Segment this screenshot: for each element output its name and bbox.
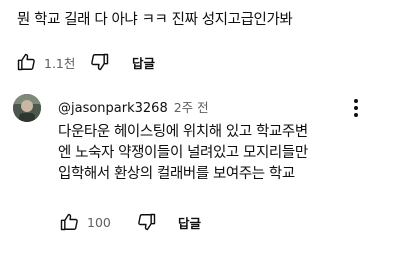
top-comment-text: 뭔 학교 길래 다 아냐 ㅋㅋ 진짜 성지고급인가봐	[17, 12, 293, 28]
reply-action-bar: 100 답글	[57, 210, 201, 234]
user-avatar[interactable]	[13, 94, 41, 122]
dislike-button[interactable]	[135, 210, 159, 234]
dislike-button[interactable]	[88, 50, 112, 74]
like-button[interactable]	[14, 50, 38, 74]
reply-author-handle[interactable]: @jasonpark3268	[58, 101, 168, 116]
like-button[interactable]	[57, 210, 81, 234]
reply-timestamp[interactable]: 2주 전	[174, 97, 209, 116]
reply-header: @jasonpark3268 2주 전	[58, 97, 209, 116]
reply-line: 입학해서 환상의 컬래버를 보여주는 학교	[58, 166, 295, 182]
like-count: 100	[87, 214, 111, 230]
thumbs-down-icon	[138, 213, 156, 231]
more-vertical-icon	[354, 99, 358, 117]
like-count: 1.1천	[44, 55, 76, 71]
reply-body: 다운타운 헤이스팅에 위치해 있고 학교주변 엔 노숙자 약쟁이들이 널려있고 …	[58, 122, 388, 185]
thumbs-down-icon	[91, 53, 109, 71]
thumbs-up-icon	[17, 53, 35, 71]
reply-button[interactable]: 답글	[178, 213, 201, 232]
thumbs-up-icon	[60, 213, 78, 231]
reply-line: 엔 노숙자 약쟁이들이 널려있고 모지리들만	[58, 145, 308, 161]
reply-button[interactable]: 답글	[132, 53, 155, 72]
top-comment-action-bar: 1.1천 답글	[14, 50, 155, 74]
more-options-button[interactable]	[344, 96, 368, 120]
reply-line: 다운타운 헤이스팅에 위치해 있고 학교주변	[58, 124, 308, 140]
